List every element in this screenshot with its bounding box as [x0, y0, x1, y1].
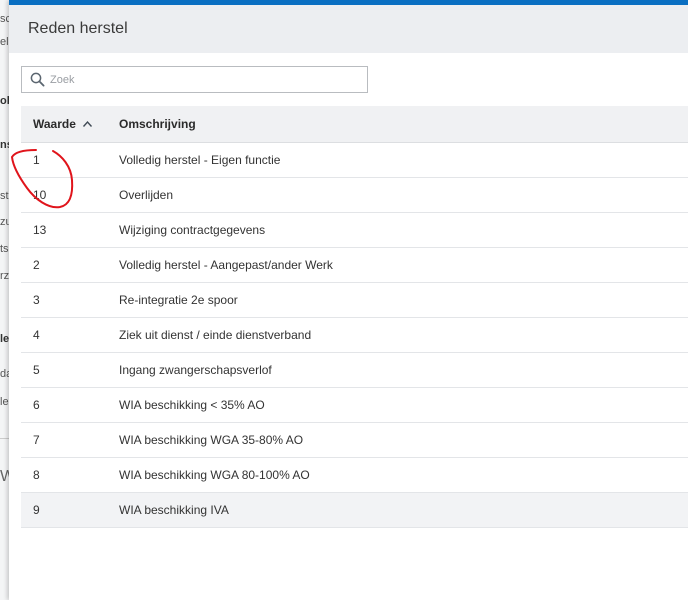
cell-omschrijving: Overlijden — [119, 188, 174, 202]
search-icon — [27, 70, 47, 90]
cell-waarde: 6 — [33, 398, 40, 412]
table-row[interactable]: 3 Re-integratie 2e spoor — [21, 283, 688, 318]
cell-omschrijving: WIA beschikking < 35% AO — [119, 398, 265, 412]
cell-omschrijving: Re-integratie 2e spoor — [119, 293, 238, 307]
background-text-fragment: el — [0, 36, 9, 48]
cell-omschrijving: Volledig herstel - Aangepast/ander Werk — [119, 258, 333, 272]
table-row[interactable]: 10 Overlijden — [21, 178, 688, 213]
background-divider — [0, 438, 9, 439]
cell-omschrijving: Ingang zwangerschapsverlof — [119, 363, 272, 377]
background-text-fragment: zu — [0, 216, 9, 228]
cell-omschrijving: WIA beschikking WGA 35-80% AO — [119, 433, 304, 447]
background-text-fragment: sc — [0, 13, 9, 25]
column-header-waarde[interactable]: Waarde — [21, 117, 108, 131]
cell-waarde: 13 — [33, 223, 47, 237]
background-text-fragment: da — [0, 368, 9, 380]
cell-waarde: 3 — [33, 293, 40, 307]
reden-table: Waarde Omschrijving 1 Volledig herstel -… — [21, 106, 688, 528]
table-row[interactable]: 9 WIA beschikking IVA — [21, 493, 688, 528]
reden-herstel-dialog: Reden herstel Waarde Omschrijving — [9, 0, 688, 600]
table-header: Waarde Omschrijving — [21, 106, 688, 143]
cell-waarde: 8 — [33, 468, 40, 482]
table-row[interactable]: 8 WIA beschikking WGA 80-100% AO — [21, 458, 688, 493]
background-text-fragment: le — [0, 396, 9, 408]
column-header-omschrijving[interactable]: Omschrijving — [108, 117, 196, 131]
column-header-label: Waarde — [33, 117, 76, 131]
cell-omschrijving: Ziek uit dienst / einde dienstverband — [119, 328, 312, 342]
cell-waarde: 7 — [33, 433, 40, 447]
table-row[interactable]: 7 WIA beschikking WGA 35-80% AO — [21, 423, 688, 458]
background-text-fragment: rz — [0, 270, 9, 282]
cell-omschrijving: WIA beschikking WGA 80-100% AO — [119, 468, 310, 482]
cell-omschrijving: Wijziging contractgegevens — [119, 223, 266, 237]
table-row[interactable]: 5 Ingang zwangerschapsverlof — [21, 353, 688, 388]
table-row[interactable]: 4 Ziek uit dienst / einde dienstverband — [21, 318, 688, 353]
cell-waarde: 1 — [33, 153, 40, 167]
background-text-fragment: ol — [0, 95, 9, 107]
search-box[interactable] — [21, 66, 368, 93]
cell-omschrijving: WIA beschikking IVA — [119, 503, 229, 517]
cell-waarde: 2 — [33, 258, 40, 272]
cell-waarde: 4 — [33, 328, 40, 342]
cell-waarde: 5 — [33, 363, 40, 377]
background-text-fragment: ns — [0, 139, 9, 151]
background-text-fragment: le — [0, 333, 9, 345]
background-text-fragment: W — [0, 468, 9, 485]
search-input[interactable] — [48, 72, 352, 87]
sort-ascending-icon[interactable] — [82, 120, 93, 128]
background-text-fragment: st — [0, 190, 9, 202]
table-row[interactable]: 13 Wijziging contractgegevens — [21, 213, 688, 248]
cell-waarde: 9 — [33, 503, 40, 517]
modal-title: Reden herstel — [28, 20, 128, 37]
column-header-label: Omschrijving — [119, 117, 196, 131]
table-row[interactable]: 6 WIA beschikking < 35% AO — [21, 388, 688, 423]
table-row[interactable]: 1 Volledig herstel - Eigen functie — [21, 143, 688, 178]
cell-omschrijving: Volledig herstel - Eigen functie — [119, 153, 281, 167]
table-row[interactable]: 2 Volledig herstel - Aangepast/ander Wer… — [21, 248, 688, 283]
background-text-fragment: ts — [0, 243, 9, 255]
modal-header: Reden herstel — [9, 5, 688, 53]
cell-waarde: 10 — [33, 188, 47, 202]
